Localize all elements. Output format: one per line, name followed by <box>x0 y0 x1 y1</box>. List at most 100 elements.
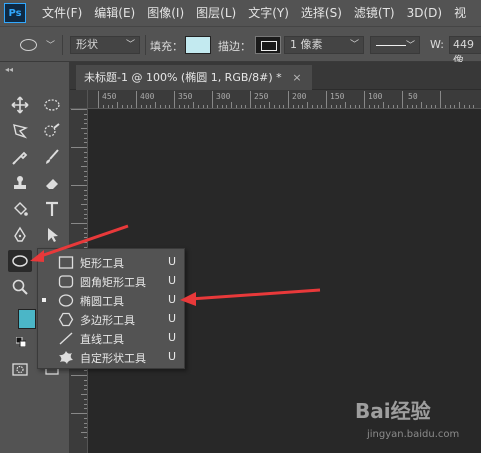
eraser-icon[interactable] <box>40 172 64 194</box>
ruler-tick <box>193 102 194 108</box>
width-input[interactable]: 449 像 <box>449 36 481 67</box>
menu-image[interactable]: 图像(I) <box>141 0 190 26</box>
ruler-tick <box>126 105 128 108</box>
ruler-tick <box>159 105 161 108</box>
ruler-tick <box>71 375 87 376</box>
flyout-item-label: 自定形状工具 <box>80 352 146 365</box>
menu-select[interactable]: 选择(S) <box>295 0 348 26</box>
ruler-tick <box>444 105 446 108</box>
ruler-tick <box>84 170 87 172</box>
photoshop-logo: Ps <box>4 3 26 23</box>
ruler-tick <box>71 185 87 186</box>
fill-color-swatch[interactable] <box>185 36 211 54</box>
elliptical-marquee-icon[interactable] <box>40 94 64 116</box>
quick-mask-icon[interactable] <box>8 358 32 380</box>
eyedropper-icon[interactable] <box>8 146 32 168</box>
ruler-label: 250 <box>254 92 269 101</box>
stroke-width-input[interactable]: 1 像素 ﹀ <box>284 36 364 54</box>
ruler-tick <box>117 102 118 108</box>
stroke-color-swatch[interactable] <box>255 36 281 54</box>
ruler-tick <box>81 128 87 129</box>
ruler-tick <box>202 105 204 108</box>
ruler-label: 400 <box>140 92 155 101</box>
flyout-item-rounded-rectangle[interactable]: 圆角矩形工具 U <box>38 272 184 291</box>
ruler-tick <box>107 105 109 108</box>
lasso-icon[interactable] <box>8 120 32 142</box>
pen-tool-icon[interactable] <box>8 224 32 246</box>
ruler-tick <box>183 105 185 108</box>
flyout-item-custom-shape[interactable]: 自定形状工具 U <box>38 348 184 367</box>
ruler-tick <box>411 105 413 108</box>
tool-preset-ellipse-icon[interactable] <box>20 39 37 51</box>
ruler-tick <box>354 105 356 108</box>
width-label: W: <box>430 38 444 51</box>
flyout-item-polygon[interactable]: 多边形工具 U <box>38 310 184 329</box>
menu-type[interactable]: 文字(Y) <box>242 0 295 26</box>
ruler-tick <box>121 105 123 108</box>
ruler-tick <box>406 105 408 108</box>
flyout-item-rectangle[interactable]: 矩形工具 U <box>38 253 184 272</box>
ellipse-tool-icon[interactable] <box>8 250 32 272</box>
ruler-tick <box>174 91 175 108</box>
ruler-tick <box>240 105 242 108</box>
ruler-tick <box>84 389 87 391</box>
flyout-item-shortcut: U <box>168 350 177 363</box>
ruler-tick <box>473 105 475 108</box>
stroke-label: 描边： <box>218 40 251 53</box>
ruler-tick <box>140 105 142 108</box>
menu-view[interactable]: 视 <box>448 0 472 26</box>
custom-shape-icon <box>59 351 73 364</box>
divider <box>145 35 146 55</box>
brush-icon[interactable] <box>40 146 64 168</box>
menu-file[interactable]: 文件(F) <box>36 0 88 26</box>
flyout-item-shortcut: U <box>168 274 177 287</box>
paint-bucket-icon[interactable] <box>8 198 32 220</box>
default-colors-icon[interactable] <box>16 337 26 347</box>
ruler-tick <box>81 394 87 395</box>
menu-edit[interactable]: 编辑(E) <box>88 0 141 26</box>
ruler-tick <box>84 213 87 215</box>
ruler-tick <box>71 147 87 148</box>
shape-mode-select[interactable]: 形状 ﹀ <box>70 36 140 54</box>
flyout-item-line[interactable]: 直线工具 U <box>38 329 184 348</box>
stamp-icon[interactable] <box>8 172 32 194</box>
quick-selection-icon[interactable] <box>40 120 64 142</box>
flyout-item-ellipse[interactable]: 椭圆工具 U <box>38 291 184 310</box>
menu-layer[interactable]: 图层(L) <box>190 0 242 26</box>
ruler-tick <box>383 102 384 108</box>
ruler-tick <box>416 105 418 108</box>
ruler-tick <box>335 105 337 108</box>
ruler-tick <box>283 105 285 108</box>
ruler-tick <box>321 105 323 108</box>
stroke-width-value: 1 像素 <box>290 38 323 51</box>
ruler-tick <box>84 422 87 424</box>
menu-bar: Ps 文件(F) 编辑(E) 图像(I) 图层(L) 文字(Y) 选择(S) 滤… <box>0 0 481 26</box>
move-tool-icon[interactable] <box>8 94 32 116</box>
ruler-tick <box>84 156 87 158</box>
ruler-tick <box>84 175 87 177</box>
zoom-icon[interactable] <box>8 276 32 298</box>
ruler-tick <box>387 105 389 108</box>
ruler-tick <box>81 166 87 167</box>
stroke-type-select[interactable]: ﹀ <box>370 36 420 54</box>
chevron-down-icon[interactable]: ﹀ <box>46 38 55 51</box>
ruler-tick <box>307 102 308 108</box>
close-icon[interactable]: × <box>292 65 301 90</box>
path-selection-icon[interactable] <box>40 224 64 246</box>
ruler-tick <box>254 105 256 108</box>
menu-filter[interactable]: 滤镜(T) <box>348 0 401 26</box>
ruler-tick <box>221 105 223 108</box>
type-tool-icon[interactable] <box>40 198 64 220</box>
fill-label: 填充： <box>150 40 183 53</box>
polygon-icon <box>58 312 74 327</box>
ruler-tick <box>98 91 99 108</box>
collapse-panel-icon[interactable]: ◂◂ <box>5 65 13 74</box>
document-tab[interactable]: 未标题-1 @ 100% (椭圆 1, RGB/8#) * × <box>76 65 312 90</box>
ruler-tick <box>84 403 87 405</box>
ruler-tick <box>402 91 403 108</box>
ruler-corner[interactable] <box>70 90 88 109</box>
menu-3d[interactable]: 3D(D) <box>401 0 448 26</box>
ruler-label: 150 <box>330 92 345 101</box>
foreground-color-swatch[interactable] <box>18 309 36 329</box>
horizontal-ruler[interactable]: 450 400 350 300 250 200 150 100 50 <box>88 90 481 109</box>
